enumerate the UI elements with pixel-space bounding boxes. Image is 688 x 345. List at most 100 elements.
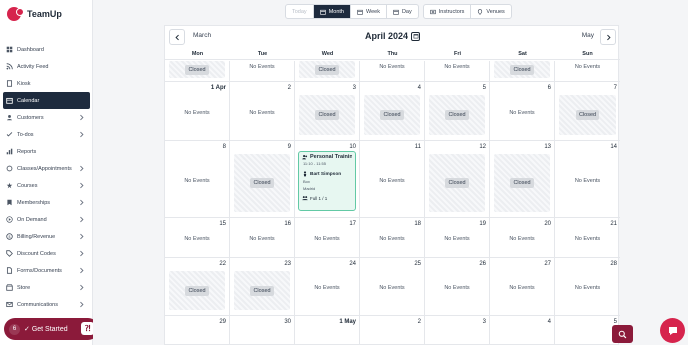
sidebar-item-store[interactable]: Store	[0, 279, 93, 296]
sidebar-item-calendar[interactable]: Calendar	[3, 92, 90, 109]
week-view-button[interactable]: Week	[351, 5, 387, 18]
closed-block: Closed	[299, 95, 355, 135]
prev-month-label[interactable]: March	[193, 32, 211, 39]
day-number: 20	[544, 221, 551, 227]
next-month-button[interactable]	[600, 29, 616, 45]
calendar-day-cell[interactable]: 12 Closed	[425, 141, 490, 217]
closed-block: Closed	[364, 95, 420, 135]
calendar-day-cell[interactable]: 6 No Events	[490, 82, 555, 140]
sidebar-item-kiosk[interactable]: Kiosk	[0, 75, 93, 92]
calendar-day-cell[interactable]: 18 No Events	[360, 218, 425, 257]
calendar-day-cell[interactable]: 16 No Events	[230, 218, 295, 257]
app-name: TeamUp	[27, 9, 62, 19]
users-icon	[5, 114, 13, 122]
calendar-day-cell[interactable]: 3 Closed	[295, 82, 360, 140]
month-title-text: April 2024	[365, 31, 409, 41]
sidebar-item-activity-feed[interactable]: Activity Feed	[0, 58, 93, 75]
date-picker-icon[interactable]	[411, 31, 421, 41]
sidebar-item-courses[interactable]: Courses	[0, 177, 93, 194]
calendar-day-cell[interactable]: No Events	[230, 61, 295, 81]
calendar-day-cell[interactable]: 28 No Events	[555, 258, 620, 315]
calendar-day-cell[interactable]: 11 No Events	[360, 141, 425, 217]
day-of-week-mon: Mon	[191, 51, 204, 57]
sidebar-item-classes-appointments[interactable]: Classes/Appointments	[0, 160, 93, 177]
calendar-day-cell[interactable]: Closed	[295, 61, 360, 81]
calendar-day-cell[interactable]: 30	[230, 316, 295, 345]
sidebar-item-label: Forms/Documents	[17, 267, 62, 274]
calendar-day-cell[interactable]: Closed	[490, 61, 555, 81]
calendar-day-cell[interactable]: 1 Apr No Events	[165, 82, 230, 140]
calendar-day-cell[interactable]: No Events	[360, 61, 425, 81]
event-location-line2: Madrid	[303, 186, 316, 191]
calendar-day-cell[interactable]: No Events	[425, 61, 490, 81]
sidebar-item-dashboard[interactable]: Dashboard	[0, 41, 93, 58]
calendar-day-cell[interactable]: 1 May	[295, 316, 360, 345]
calendar-day-cell[interactable]: 3	[425, 316, 490, 345]
calendar-day-cell[interactable]: 5 Closed	[425, 82, 490, 140]
calendar-day-cell[interactable]: 7 Closed	[555, 82, 620, 140]
teamup-logo[interactable]: TeamUp	[7, 7, 62, 21]
calendar-day-cell[interactable]: Closed	[165, 61, 230, 81]
sidebar-item-forms-documents[interactable]: Forms/Documents	[0, 262, 93, 279]
calendar-day-cell[interactable]: 17 No Events	[295, 218, 360, 257]
next-month-label[interactable]: May	[582, 32, 594, 39]
sidebar-item-on-demand[interactable]: On Demand	[0, 211, 93, 228]
calendar-day-cell[interactable]: 9 Closed	[230, 141, 295, 217]
closed-label: Closed	[315, 110, 339, 120]
prev-month-button[interactable]	[169, 29, 185, 45]
event-card[interactable]: Personal Training 111:10 - 11:55 Bart Sim…	[298, 151, 356, 211]
calendar-day-cell[interactable]: 4	[490, 316, 555, 345]
calendar-day-cell[interactable]: 21 No Events	[555, 218, 620, 257]
day-number: 3	[482, 319, 486, 325]
chevron-right-icon	[80, 250, 84, 257]
sidebar-item-memberships[interactable]: Memberships	[0, 194, 93, 211]
calendar-day-cell[interactable]: 5	[555, 316, 620, 345]
sidebar-item-customers[interactable]: Customers	[0, 109, 93, 126]
calendar-day-cell[interactable]: 22 Closed	[165, 258, 230, 315]
chevron-left-icon	[174, 34, 179, 40]
calendar-day-cell[interactable]: 26 No Events	[425, 258, 490, 315]
calendar-day-cell[interactable]: No Events	[555, 61, 620, 81]
calendar-day-cell[interactable]: 4 Closed	[360, 82, 425, 140]
calendar-day-cell[interactable]: 2 No Events	[230, 82, 295, 140]
calendar-day-cell[interactable]: 8 No Events	[165, 141, 230, 217]
today-button[interactable]: Today	[286, 5, 314, 18]
calendar-day-cell[interactable]: 27 No Events	[490, 258, 555, 315]
sidebar-item-billing-revenue[interactable]: $ Billing/Revenue	[0, 228, 93, 245]
sidebar-nav: Dashboard Activity Feed Kiosk Calendar Custo…	[0, 41, 93, 313]
instructors-button[interactable]: Instructors	[424, 5, 472, 18]
sidebar-item-reports[interactable]: Reports	[0, 143, 93, 160]
day-number: 8	[222, 144, 226, 150]
day-number: 13	[544, 144, 551, 150]
calendar-day-cell[interactable]: 20 No Events	[490, 218, 555, 257]
calendar-day-cell[interactable]: 25 No Events	[360, 258, 425, 315]
dashboard-icon	[5, 46, 13, 54]
day-number: 30	[284, 319, 291, 325]
sidebar-item-discount-codes[interactable]: Discount Codes	[0, 245, 93, 262]
venues-button[interactable]: Venues	[471, 5, 510, 18]
day-of-week-header: Mon Tue Wed Thu Fri Sat Sun	[165, 49, 620, 60]
calendar-day-cell[interactable]: 2	[360, 316, 425, 345]
day-number: 2	[287, 85, 291, 91]
calendar-day-cell[interactable]: 15 No Events	[165, 218, 230, 257]
calendar-day-cell[interactable]: 29	[165, 316, 230, 345]
sidebar-item-label: Customers	[17, 114, 44, 121]
calendar-day-cell[interactable]: 10 Personal Training 111:10 - 11:55 Bart S…	[295, 141, 360, 217]
calendar-week-icon	[357, 9, 363, 15]
sidebar-item-to-dos[interactable]: To-dos	[0, 126, 93, 143]
day-number: 25	[414, 261, 421, 267]
search-button[interactable]	[612, 325, 633, 343]
calendar-day-cell[interactable]: 23 Closed	[230, 258, 295, 315]
calendar-day-cell[interactable]: 13 Closed	[490, 141, 555, 217]
calendar-week-row: Closed No Events Closed No Events No Events C…	[165, 61, 620, 82]
chevron-right-icon	[80, 114, 84, 121]
chat-button[interactable]	[660, 318, 685, 343]
day-view-button[interactable]: Day	[387, 5, 418, 18]
day-number: 4	[547, 319, 551, 325]
sidebar-item-communications[interactable]: Communications	[0, 296, 93, 313]
month-view-button[interactable]: Month	[313, 5, 351, 18]
calendar-day-cell[interactable]: 24 No Events	[295, 258, 360, 315]
get-started-button[interactable]: 6 ✓ Get Started ⁈	[4, 318, 99, 340]
calendar-day-cell[interactable]: 19 No Events	[425, 218, 490, 257]
calendar-day-cell[interactable]: 14 No Events	[555, 141, 620, 217]
